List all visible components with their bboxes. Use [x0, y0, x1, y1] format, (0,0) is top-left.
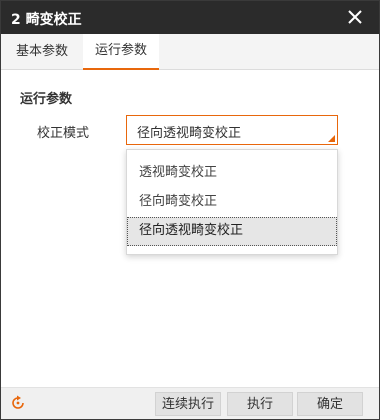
dialog-window: 2 畸变校正 基本参数 运行参数 运行参数 校正模式 径向透视畸变校正 透视畸变… [0, 0, 380, 420]
refresh-icon[interactable] [9, 394, 27, 412]
option-radial[interactable]: 径向畸变校正 [127, 188, 337, 216]
option-radial-perspective[interactable]: 径向透视畸变校正 [127, 217, 337, 246]
tab-run-params[interactable]: 运行参数 [83, 34, 159, 70]
title-bar: 2 畸变校正 [1, 1, 379, 34]
tab-basic-params[interactable]: 基本参数 [1, 34, 83, 70]
tab-bar: 基本参数 运行参数 [1, 34, 379, 70]
continuous-run-button[interactable]: 连续执行 [155, 392, 221, 416]
option-perspective[interactable]: 透视畸变校正 [127, 159, 337, 187]
footer-bar: 连续执行 执行 确定 [1, 387, 379, 419]
correction-mode-select[interactable]: 径向透视畸变校正 [126, 115, 338, 145]
correction-mode-value: 径向透视畸变校正 [137, 126, 242, 141]
section-title: 运行参数 [20, 92, 73, 107]
correction-mode-dropdown: 透视畸变校正 径向畸变校正 径向透视畸变校正 [126, 149, 338, 255]
correction-mode-label: 校正模式 [37, 126, 90, 141]
dropdown-corner-icon [328, 135, 335, 142]
run-button[interactable]: 执行 [227, 392, 293, 416]
close-icon[interactable] [345, 7, 365, 27]
confirm-button[interactable]: 确定 [297, 392, 363, 416]
window-title: 2 畸变校正 [11, 12, 82, 28]
